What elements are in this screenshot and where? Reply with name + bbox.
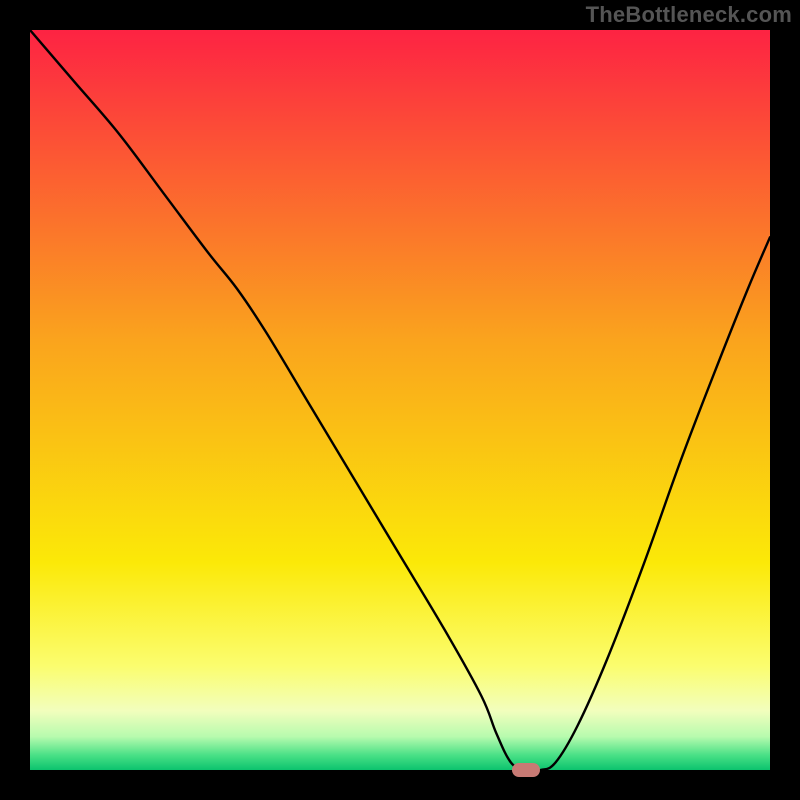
chart-frame: TheBottleneck.com — [0, 0, 800, 800]
plot-area — [30, 30, 770, 770]
watermark-text: TheBottleneck.com — [586, 2, 792, 28]
highlight-marker — [512, 763, 540, 777]
curve-line — [30, 30, 770, 770]
